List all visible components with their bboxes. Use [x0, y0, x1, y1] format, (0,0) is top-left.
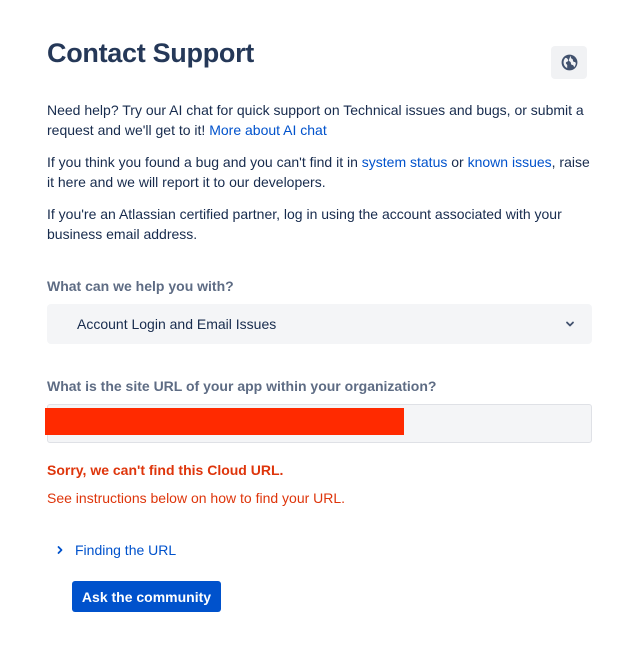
url-error-title: Sorry, we can't find this Cloud URL.: [47, 462, 284, 478]
finding-url-expander[interactable]: Finding the URL: [54, 541, 176, 559]
page-title: Contact Support: [47, 38, 254, 68]
url-error-instructions: See instructions below on how to find yo…: [47, 490, 346, 506]
intro-partner: If you're an Atlassian certified partner…: [47, 206, 562, 242]
contact-support-page: Contact Support Need help? Try our AI ch…: [0, 0, 634, 657]
globe-icon: [560, 53, 579, 72]
site-url-label: What is the site URL of your app within …: [47, 378, 437, 394]
help-topic-selected-value: Account Login and Email Issues: [77, 316, 277, 332]
known-issues-link[interactable]: known issues: [468, 154, 552, 170]
redacted-url-value: [45, 408, 404, 435]
chevron-down-icon: [562, 316, 578, 332]
language-button[interactable]: [551, 46, 587, 79]
chevron-right-icon: [54, 544, 66, 556]
help-topic-select[interactable]: Account Login and Email Issues: [47, 304, 592, 344]
ask-community-button[interactable]: Ask the community: [72, 581, 221, 612]
intro-ai-chat: Need help? Try our AI chat for quick sup…: [47, 100, 597, 140]
system-status-link[interactable]: system status: [362, 154, 448, 170]
intro-bug-text-before: If you think you found a bug and you can…: [47, 154, 362, 170]
finding-url-label: Finding the URL: [75, 542, 177, 558]
intro-bug-report: If you think you found a bug and you can…: [47, 152, 597, 192]
help-topic-label: What can we help you with?: [47, 278, 234, 294]
more-about-ai-chat-link[interactable]: More about AI chat: [209, 122, 327, 138]
intro-bug-text-between: or: [447, 154, 468, 170]
